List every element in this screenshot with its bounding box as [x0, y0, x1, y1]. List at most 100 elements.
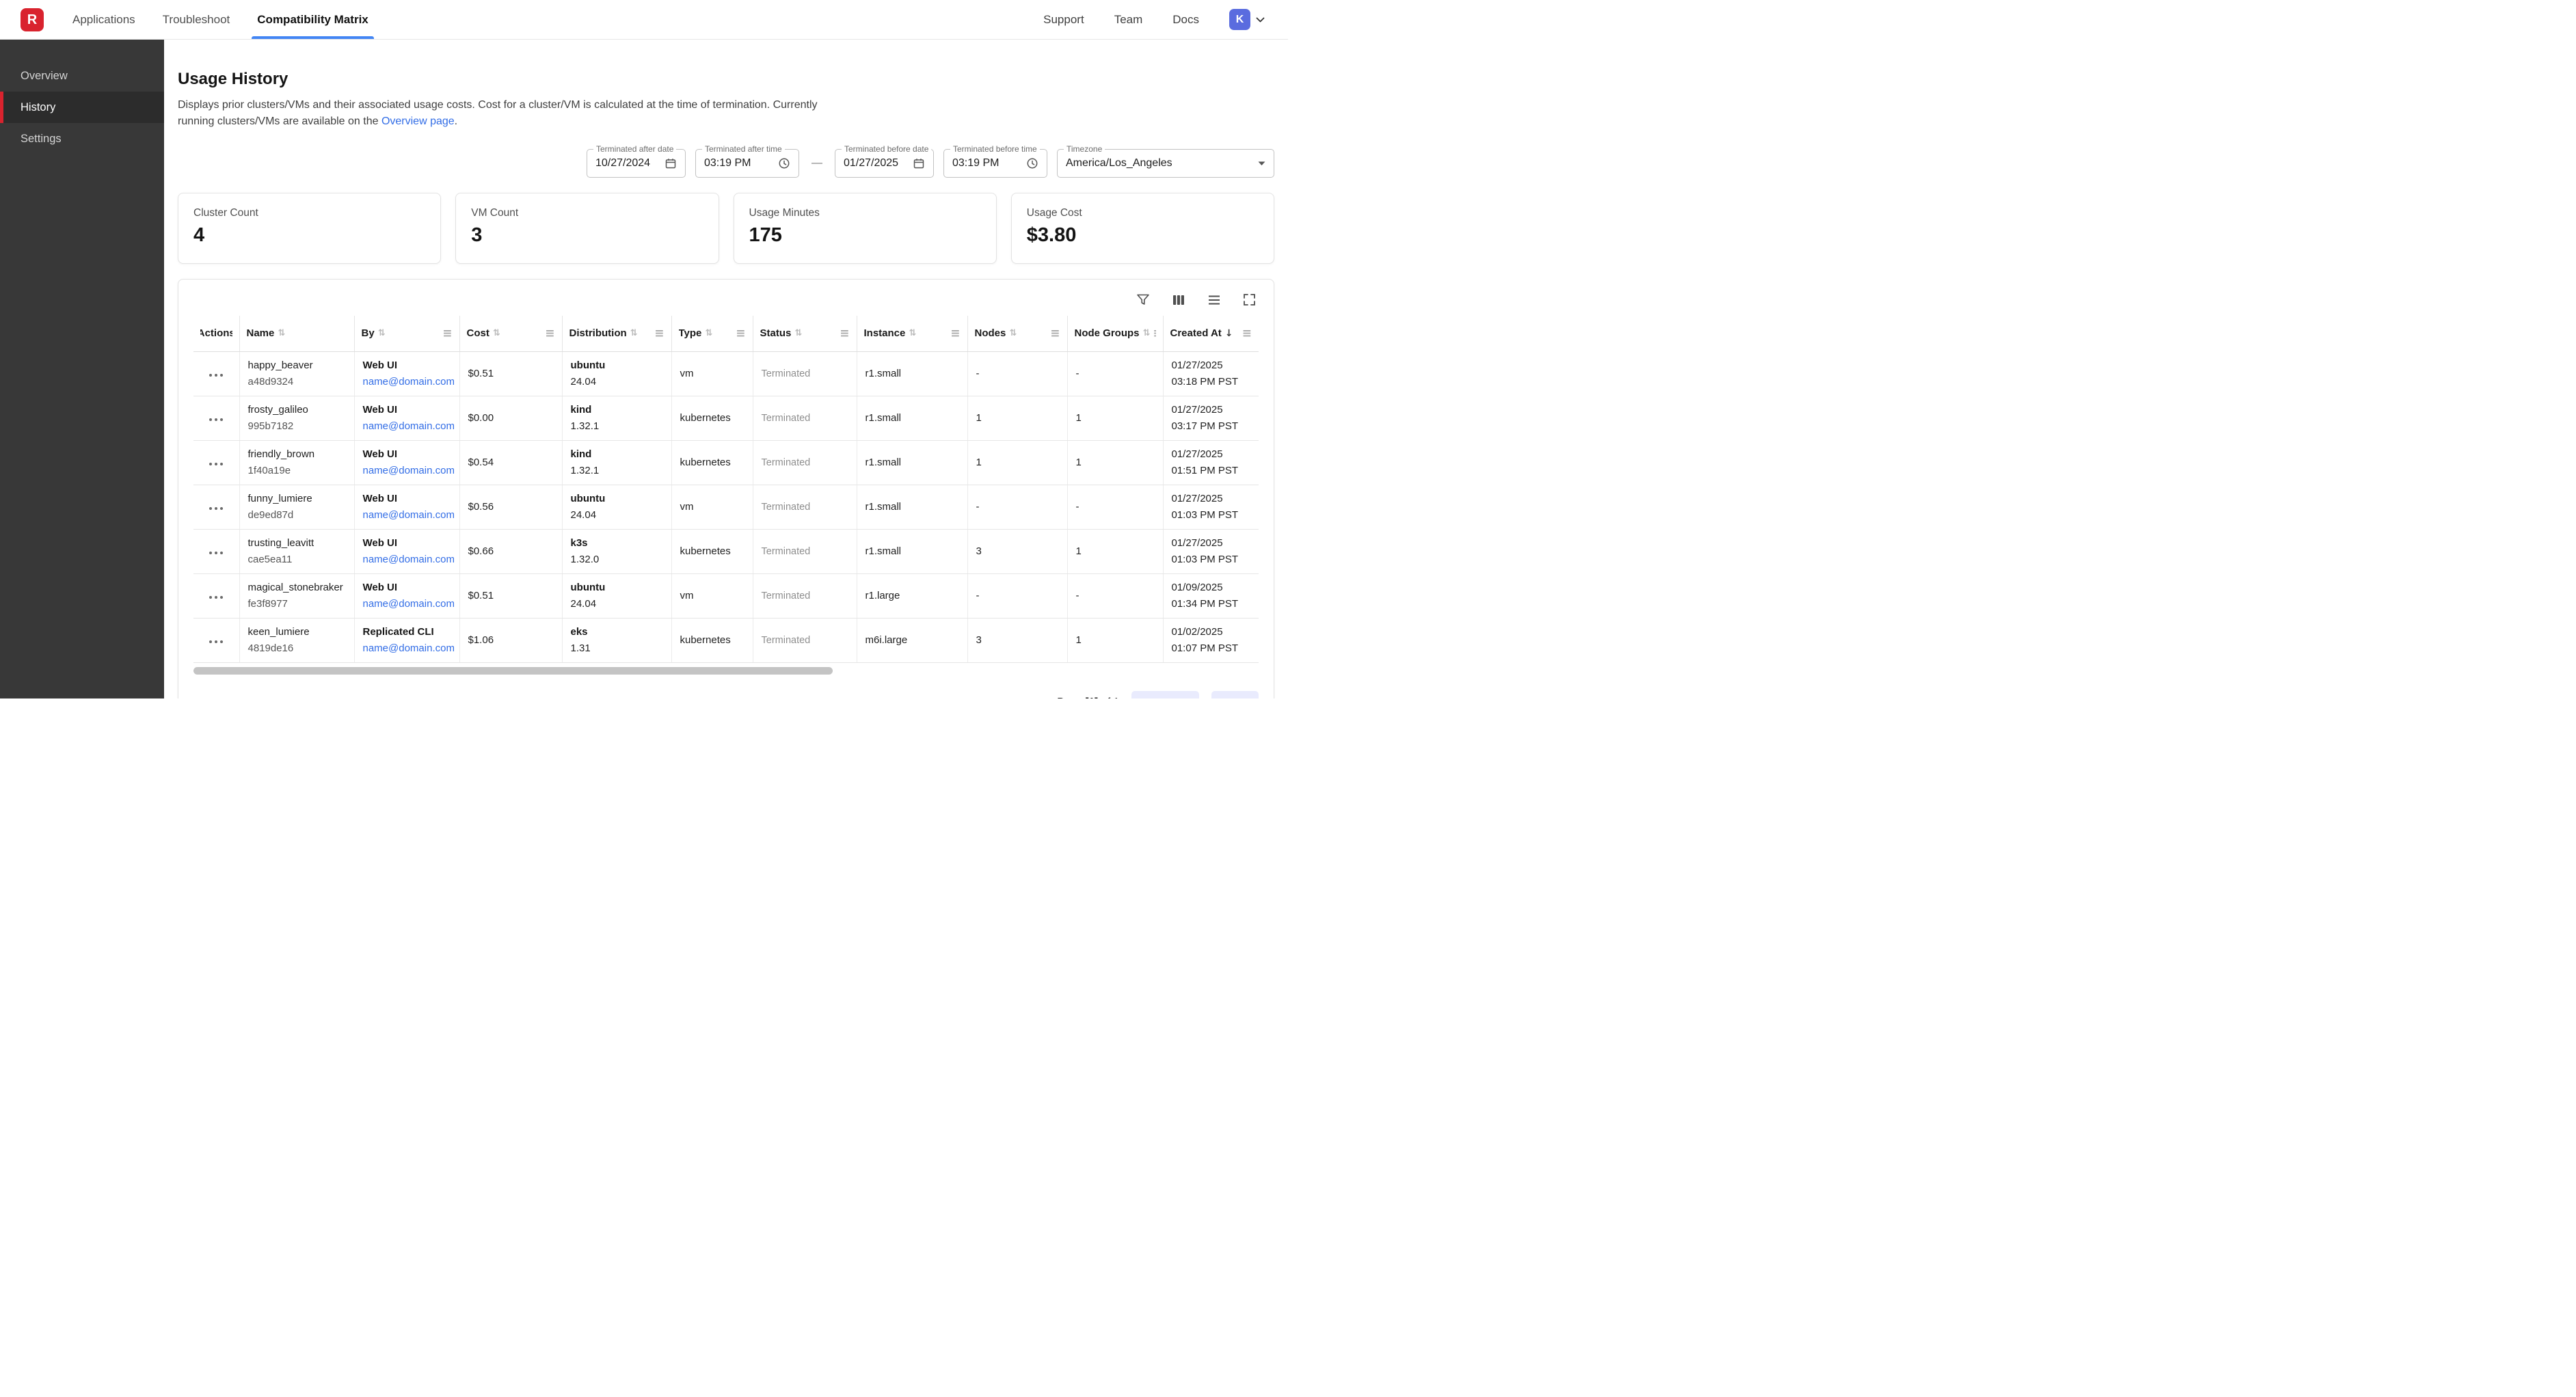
created-by: Web UI	[363, 535, 451, 552]
column-menu-icon[interactable]: ≡	[440, 327, 452, 340]
created-at-cell: 01/27/2025 01:03 PM PST	[1163, 485, 1259, 529]
next-button[interactable]: Next	[1211, 691, 1259, 699]
row-actions-button[interactable]	[202, 503, 230, 514]
row-actions-button[interactable]	[202, 414, 230, 425]
fullscreen-button[interactable]	[1242, 292, 1257, 308]
cost-cell: $1.06	[459, 618, 562, 662]
sort-icon[interactable]: ⇅	[378, 328, 386, 338]
column-header-distribution[interactable]: Distribution⇅≡	[562, 316, 671, 351]
column-header-node-groups[interactable]: Node Groups⇅≡	[1067, 316, 1163, 351]
column-header-type[interactable]: Type⇅≡	[671, 316, 753, 351]
replicated-logo[interactable]: R	[21, 8, 44, 31]
cluster-id: 4819de16	[248, 640, 346, 657]
column-header-name[interactable]: Name⇅	[239, 316, 354, 351]
column-menu-icon[interactable]: ≡	[1047, 327, 1060, 340]
column-header-cost[interactable]: Cost⇅≡	[459, 316, 562, 351]
distribution-cell: kind 1.32.1	[562, 396, 671, 440]
clock-icon[interactable]	[778, 157, 790, 169]
column-menu-icon[interactable]: ≡	[837, 327, 849, 340]
creator-email-link[interactable]: name@domain.com	[363, 509, 455, 521]
distribution-version: 24.04	[571, 374, 663, 390]
terminated-after-time-field[interactable]: Terminated after time 03:19 PM	[695, 149, 799, 178]
column-menu-icon[interactable]: ≡	[542, 327, 554, 340]
distribution-version: 1.32.1	[571, 418, 663, 435]
distribution-name: k3s	[571, 535, 663, 552]
clock-icon[interactable]	[1026, 157, 1038, 169]
creator-email-link[interactable]: name@domain.com	[363, 554, 455, 565]
avatar-letter: K	[1236, 14, 1244, 26]
sort-icon[interactable]: ⇅	[278, 328, 285, 338]
overview-page-link[interactable]: Overview page	[381, 116, 455, 127]
table-row: trusting_leavitt cae5ea11 Web UI name@do…	[193, 529, 1259, 573]
status-cell: Terminated	[753, 485, 857, 529]
sort-icon[interactable]: ⇅	[1143, 328, 1151, 338]
actions-cell	[193, 485, 239, 529]
creator-email-link[interactable]: name@domain.com	[363, 420, 455, 432]
created-at-cell: 01/27/2025 01:03 PM PST	[1163, 529, 1259, 573]
nav-compatibility-matrix[interactable]: Compatibility Matrix	[257, 0, 368, 39]
cluster-id: 1f40a19e	[248, 463, 346, 479]
horizontal-scrollbar	[193, 667, 1259, 675]
table-toolbar	[193, 292, 1257, 308]
nav-troubleshoot[interactable]: Troubleshoot	[163, 0, 230, 39]
sort-desc-icon[interactable]: ↓	[1225, 328, 1233, 339]
column-menu-icon[interactable]: ≡	[948, 327, 960, 340]
timezone-select[interactable]: Timezone America/Los_Angeles	[1057, 149, 1274, 178]
column-menu-icon[interactable]: ≡	[652, 327, 664, 340]
sort-icon[interactable]: ⇅	[909, 328, 916, 338]
calendar-icon[interactable]	[913, 157, 925, 169]
stat-usage-minutes: Usage Minutes 175	[734, 193, 997, 264]
distribution-cell: k3s 1.32.0	[562, 529, 671, 573]
row-actions-button[interactable]	[202, 636, 230, 647]
calendar-icon[interactable]	[665, 157, 677, 169]
column-header-status[interactable]: Status⇅≡	[753, 316, 857, 351]
cluster-name: funny_lumiere	[248, 491, 346, 507]
created-time: 01:03 PM PST	[1172, 552, 1251, 568]
description-text: Displays prior clusters/VMs and their as…	[178, 99, 818, 127]
row-actions-button[interactable]	[202, 592, 230, 603]
terminated-before-time-field[interactable]: Terminated before time 03:19 PM	[943, 149, 1047, 178]
sort-icon[interactable]: ⇅	[630, 328, 638, 338]
sidebar-item-settings[interactable]: Settings	[0, 123, 164, 154]
column-header-nodes[interactable]: Nodes⇅≡	[967, 316, 1067, 351]
nav-team[interactable]: Team	[1114, 13, 1143, 27]
table-row: friendly_brown 1f40a19e Web UI name@doma…	[193, 440, 1259, 485]
sort-icon[interactable]: ⇅	[493, 328, 500, 338]
previous-button[interactable]: Previous	[1131, 691, 1199, 699]
row-actions-button[interactable]	[202, 459, 230, 470]
column-menu-icon[interactable]: ≡	[1150, 327, 1155, 340]
terminated-after-date-field[interactable]: Terminated after date 10/27/2024	[587, 149, 686, 178]
column-header-created-at[interactable]: Created At↓≡	[1163, 316, 1259, 351]
row-actions-button[interactable]	[202, 370, 230, 381]
node-groups-cell: 1	[1067, 440, 1163, 485]
column-header-by[interactable]: By⇅≡	[354, 316, 459, 351]
sort-icon[interactable]: ⇅	[794, 328, 802, 338]
row-actions-button[interactable]	[202, 547, 230, 558]
nav-support[interactable]: Support	[1043, 13, 1084, 27]
body-row: Overview History Settings Usage History …	[0, 40, 1288, 698]
column-menu-icon[interactable]: ≡	[1239, 327, 1252, 340]
columns-button[interactable]	[1170, 293, 1187, 308]
created-date: 01/27/2025	[1172, 402, 1251, 418]
nav-applications[interactable]: Applications	[72, 0, 135, 39]
creator-email-link[interactable]: name@domain.com	[363, 465, 455, 476]
terminated-before-date-field[interactable]: Terminated before date 01/27/2025	[835, 149, 934, 178]
density-button[interactable]	[1206, 293, 1222, 307]
creator-email-link[interactable]: name@domain.com	[363, 642, 455, 654]
scrollbar-thumb[interactable]	[193, 667, 833, 675]
status-badge: Terminated	[762, 502, 811, 513]
sidebar-item-history[interactable]: History	[0, 92, 164, 123]
distribution-cell: ubuntu 24.04	[562, 485, 671, 529]
sort-icon[interactable]: ⇅	[705, 328, 712, 338]
column-header-instance[interactable]: Instance⇅≡	[857, 316, 967, 351]
instance-cell: r1.small	[857, 351, 967, 396]
created-by: Web UI	[363, 580, 451, 596]
sidebar-item-overview[interactable]: Overview	[0, 60, 164, 92]
column-menu-icon[interactable]: ≡	[733, 327, 745, 340]
creator-email-link[interactable]: name@domain.com	[363, 376, 455, 388]
sort-icon[interactable]: ⇅	[1009, 328, 1017, 338]
account-menu[interactable]: K	[1229, 9, 1265, 30]
creator-email-link[interactable]: name@domain.com	[363, 598, 455, 610]
nav-docs[interactable]: Docs	[1172, 13, 1199, 27]
filter-button[interactable]	[1135, 292, 1151, 308]
